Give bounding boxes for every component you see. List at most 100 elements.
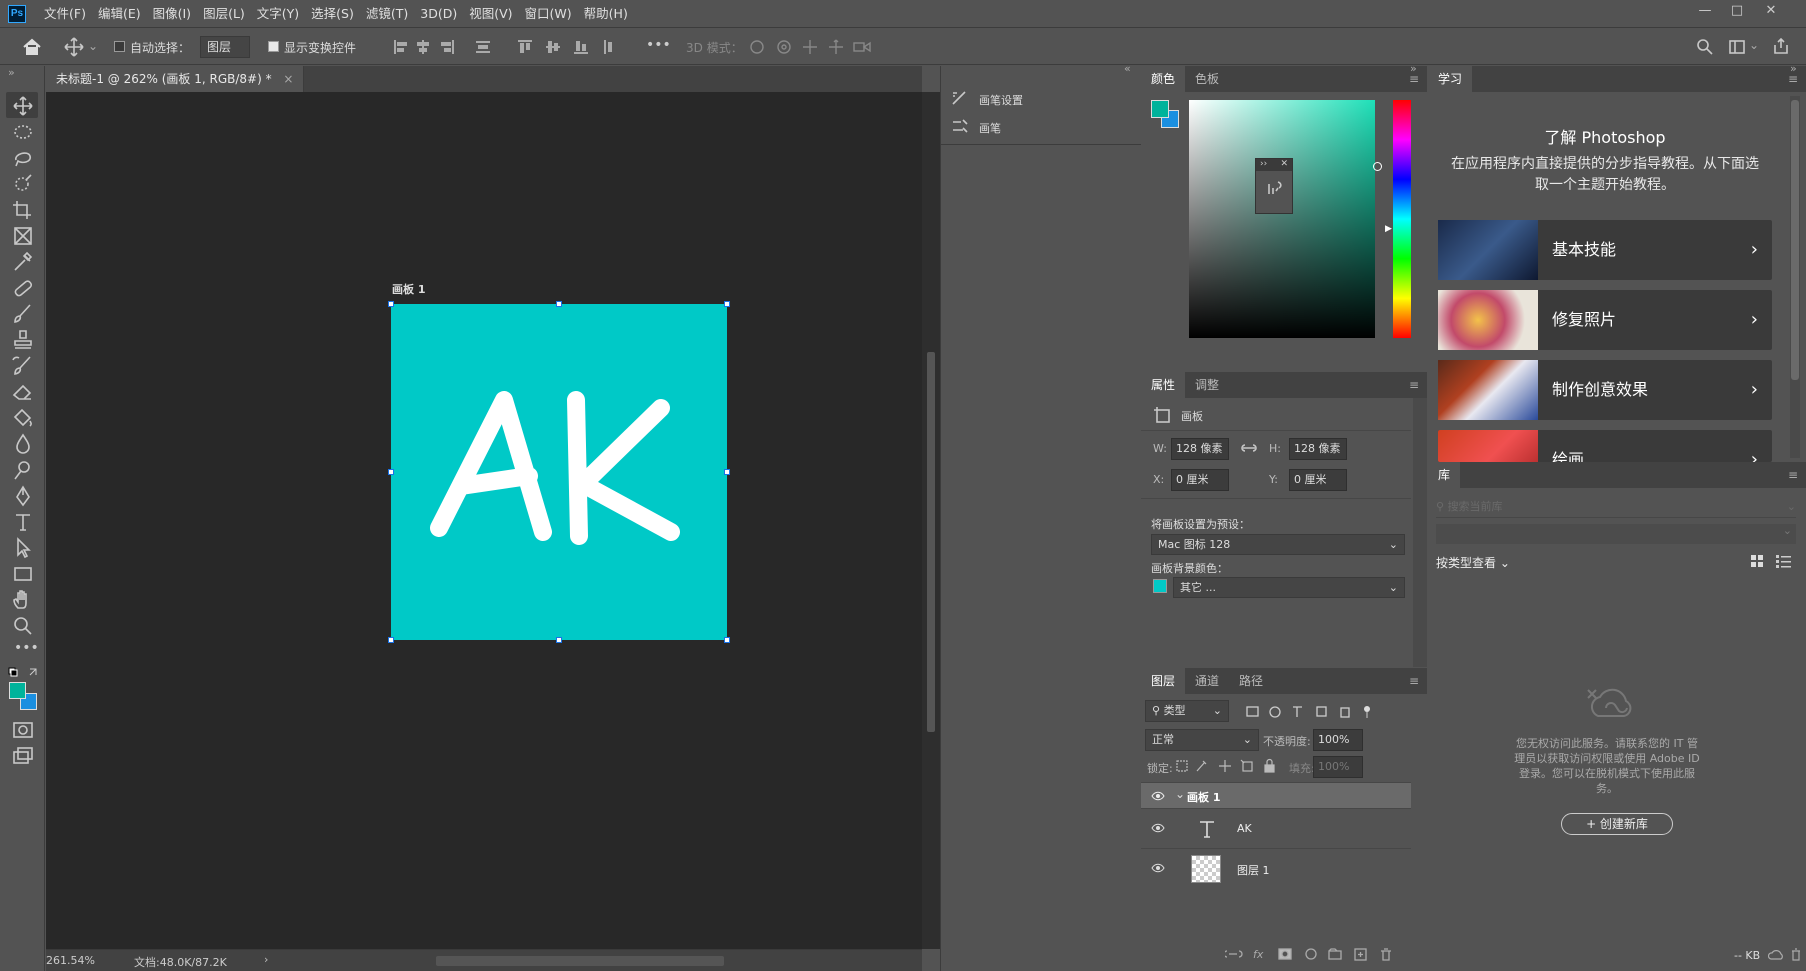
tutorial-basic-skills[interactable]: 基本技能 › xyxy=(1438,220,1772,280)
tab-properties[interactable]: 属性 xyxy=(1141,372,1186,398)
tab-color[interactable]: 颜色 xyxy=(1141,66,1186,92)
color-swatches[interactable] xyxy=(9,682,37,710)
color-picker-cursor[interactable] xyxy=(1373,162,1382,171)
pen-tool-icon[interactable] xyxy=(10,484,36,508)
tutorial-creative-effects[interactable]: 制作创意效果 › xyxy=(1438,360,1772,420)
tab-adjustments[interactable]: 调整 xyxy=(1185,372,1229,398)
hue-slider-marker[interactable]: ▶ xyxy=(1385,224,1392,234)
panel-menu-icon[interactable]: ≡ xyxy=(1409,372,1419,398)
brush-tool-icon[interactable] xyxy=(10,302,36,326)
color-picker-field[interactable]: ›› ✕ xyxy=(1189,100,1382,338)
search-icon[interactable] xyxy=(1696,38,1714,56)
fg-bg-swatches[interactable] xyxy=(1151,100,1179,128)
chevron-down-icon[interactable]: ⌄ xyxy=(88,39,98,53)
bg-color-dropdown[interactable]: 其它 ... ⌄ xyxy=(1173,577,1405,598)
workspace-icon[interactable] xyxy=(1728,38,1746,56)
layer-row-pixel[interactable]: 图层 1 xyxy=(1141,848,1411,888)
transform-handle[interactable] xyxy=(556,637,562,643)
align-icons[interactable] xyxy=(392,38,612,56)
collapse-icon[interactable]: » xyxy=(8,66,15,79)
quick-select-tool-icon[interactable] xyxy=(10,172,36,196)
fill-field[interactable]: 100% ⌄ xyxy=(1313,756,1363,793)
quick-mask-icon[interactable] xyxy=(10,718,36,742)
library-search[interactable]: ⚲ 搜索当前库 ⌄ xyxy=(1436,496,1796,518)
menu-3d[interactable]: 3D(D) xyxy=(414,0,463,28)
library-footer-icons[interactable] xyxy=(1768,948,1804,962)
tab-channels[interactable]: 通道 xyxy=(1185,668,1229,694)
layer-name[interactable]: 图层 1 xyxy=(1237,862,1270,878)
maximize-button[interactable]: □ xyxy=(1722,0,1752,22)
learn-scrollbar[interactable] xyxy=(1790,96,1800,458)
preset-dropdown[interactable]: Mac 图标 128 ⌄ xyxy=(1151,534,1405,555)
path-select-tool-icon[interactable] xyxy=(10,536,36,560)
zoom-level[interactable]: 261.54% xyxy=(46,954,95,967)
more-options-icon[interactable]: ••• xyxy=(646,37,671,53)
marquee-tool-icon[interactable] xyxy=(10,120,36,144)
transform-handle[interactable] xyxy=(388,637,394,643)
chevron-down-icon[interactable]: ⌄ xyxy=(1749,38,1759,52)
move-tool-icon[interactable] xyxy=(64,37,84,57)
close-tab-icon[interactable]: × xyxy=(283,72,293,86)
lasso-tool-icon[interactable] xyxy=(10,146,36,170)
menu-layer[interactable]: 图层(L) xyxy=(197,0,251,28)
eyedropper-tool-icon[interactable] xyxy=(10,250,36,274)
tab-swatches[interactable]: 色板 xyxy=(1185,66,1229,92)
layer-row-artboard[interactable]: ⌄ 画板 1 xyxy=(1141,782,1411,808)
width-field[interactable]: 128 像素 xyxy=(1171,438,1229,460)
view-toggle-icons[interactable] xyxy=(1750,554,1796,568)
crop-tool-icon[interactable] xyxy=(10,198,36,222)
vertical-scrollbar[interactable] xyxy=(922,92,940,949)
menu-view[interactable]: 视图(V) xyxy=(463,0,518,28)
panel-menu-icon[interactable]: ≡ xyxy=(1788,462,1798,488)
home-icon[interactable] xyxy=(22,38,42,56)
layer-name[interactable]: AK xyxy=(1237,822,1252,835)
document-tab[interactable]: 未标题-1 @ 262% (画板 1, RGB/8#) * × xyxy=(46,66,305,92)
menu-edit[interactable]: 编辑(E) xyxy=(92,0,147,28)
scroll-thumb[interactable] xyxy=(1791,100,1799,380)
foreground-color-swatch[interactable] xyxy=(1151,100,1169,118)
layer-filter-dropdown[interactable]: ⚲ 类型 ⌄ xyxy=(1145,700,1229,722)
blur-tool-icon[interactable] xyxy=(10,432,36,456)
tutorial-painting[interactable]: 绘画 › xyxy=(1438,430,1772,462)
brush-icon[interactable] xyxy=(951,118,969,134)
frame-tool-icon[interactable] xyxy=(10,224,36,248)
tab-layers[interactable]: 图层 xyxy=(1141,668,1186,694)
menu-help[interactable]: 帮助(H) xyxy=(578,0,634,28)
close-button[interactable]: ✕ xyxy=(1756,0,1786,22)
clone-stamp-tool-icon[interactable] xyxy=(10,328,36,352)
artboard-label[interactable]: 画板 1 xyxy=(392,281,425,297)
create-library-button[interactable]: + 创建新库 xyxy=(1561,813,1673,835)
layer-filter-icons[interactable] xyxy=(1245,704,1385,720)
3d-mode-icons[interactable] xyxy=(748,38,874,56)
transform-handle[interactable] xyxy=(388,301,394,307)
menu-image[interactable]: 图像(I) xyxy=(147,0,197,28)
transform-handle[interactable] xyxy=(556,301,562,307)
healing-brush-tool-icon[interactable] xyxy=(10,276,36,300)
transform-handle[interactable] xyxy=(724,637,730,643)
scroll-thumb[interactable] xyxy=(927,352,935,732)
blend-mode-dropdown[interactable]: 正常 ⌄ xyxy=(1145,729,1259,751)
properties-scrollbar[interactable] xyxy=(1413,398,1427,667)
brush-item[interactable]: 画笔 xyxy=(979,120,1001,136)
show-transform-checkbox[interactable] xyxy=(268,41,279,52)
tab-library[interactable]: 库 xyxy=(1428,462,1461,488)
dodge-tool-icon[interactable] xyxy=(10,458,36,482)
foreground-color-swatch[interactable] xyxy=(9,682,26,699)
layer-name[interactable]: 画板 1 xyxy=(1187,789,1220,805)
panel-menu-icon[interactable]: ≡ xyxy=(1409,668,1419,694)
history-brush-tool-icon[interactable] xyxy=(10,354,36,378)
screen-mode-icon[interactable] xyxy=(10,744,36,768)
auto-select-checkbox[interactable] xyxy=(114,41,125,52)
rectangle-tool-icon[interactable] xyxy=(10,562,36,586)
menu-file[interactable]: 文件(F) xyxy=(38,0,92,28)
tab-paths[interactable]: 路径 xyxy=(1229,668,1273,694)
menu-select[interactable]: 选择(S) xyxy=(305,0,360,28)
collapse-panels-icon[interactable]: « xyxy=(1124,62,1131,75)
horizontal-scroll-thumb[interactable] xyxy=(436,956,724,966)
transform-handle[interactable] xyxy=(388,469,394,475)
height-field[interactable]: 128 像素 xyxy=(1289,438,1347,460)
visibility-eye-icon[interactable] xyxy=(1151,863,1165,873)
brush-settings-item[interactable]: 画笔设置 xyxy=(979,92,1023,108)
brush-settings-icon[interactable] xyxy=(951,90,969,106)
hand-tool-icon[interactable] xyxy=(10,588,36,612)
